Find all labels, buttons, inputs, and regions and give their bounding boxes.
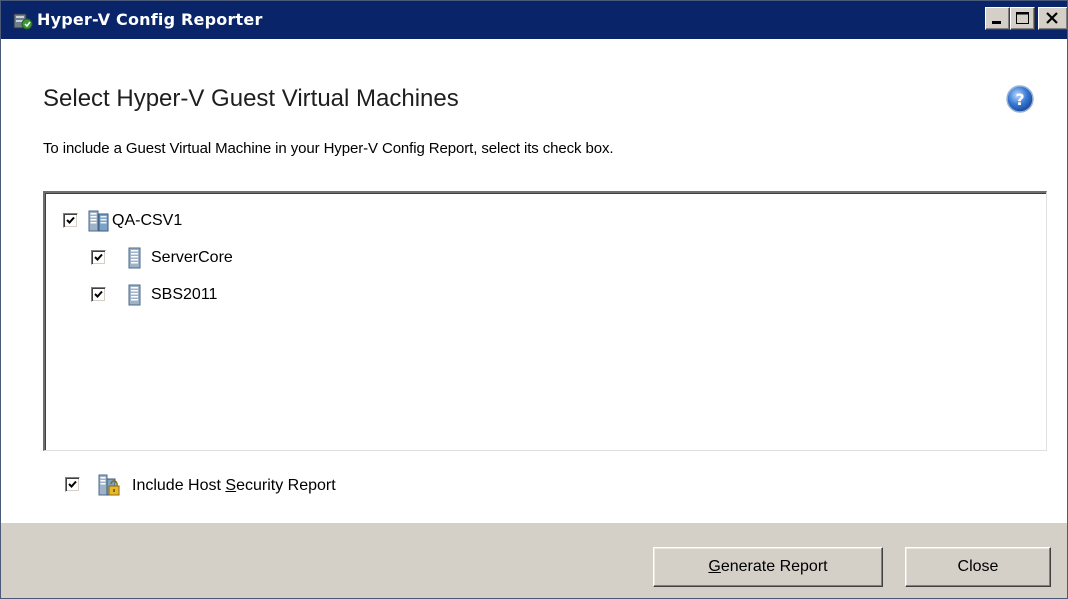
server-icon: [128, 247, 141, 269]
maximize-icon: [1016, 12, 1029, 24]
generate-label: enerate Report: [720, 558, 828, 575]
host-security-label: Include Host Security Report: [132, 477, 336, 495]
host-checkbox[interactable]: [63, 213, 78, 228]
window-title: Hyper-V Config Reporter: [37, 10, 263, 29]
guest-checkbox[interactable]: [91, 287, 106, 302]
dialog-window: Hyper-V Config Reporter Select Hyper-V G…: [0, 0, 1068, 599]
guest-label: SBS2011: [151, 286, 218, 303]
host-security-icon: [98, 474, 120, 496]
generate-report-button[interactable]: Generate Report: [653, 547, 883, 587]
server-cluster-icon: [88, 210, 109, 232]
host-label: QA-CSV1: [112, 212, 183, 229]
tree-item-host[interactable]: QA-CSV1: [63, 210, 303, 233]
tree-item-guest[interactable]: SBS2011: [91, 284, 331, 307]
close-button[interactable]: Close: [905, 547, 1051, 587]
host-security-checkbox[interactable]: [65, 477, 80, 492]
close-window-button[interactable]: [1038, 7, 1067, 30]
host-security-label-part: ecurity Report: [236, 477, 336, 494]
maximize-button[interactable]: [1010, 7, 1035, 30]
help-icon[interactable]: ?: [1005, 84, 1035, 114]
title-bar[interactable]: Hyper-V Config Reporter: [1, 1, 1067, 39]
instruction-text: To include a Guest Virtual Machine in yo…: [43, 140, 614, 157]
host-security-label-part: Include Host: [132, 477, 226, 494]
checkmark-icon: [94, 290, 103, 298]
checkmark-icon: [68, 480, 77, 488]
minimize-button[interactable]: [985, 7, 1010, 30]
guest-checkbox[interactable]: [91, 250, 106, 265]
close-icon: [1046, 12, 1058, 24]
page-title: Select Hyper-V Guest Virtual Machines: [43, 85, 459, 112]
generate-accel-key: G: [708, 558, 721, 575]
host-security-accel-key: S: [225, 477, 237, 494]
minimize-icon: [992, 21, 1001, 24]
guest-label: ServerCore: [151, 249, 233, 266]
checkmark-icon: [66, 216, 75, 224]
hyperv-app-icon: [13, 13, 33, 30]
checkmark-icon: [94, 253, 103, 261]
svg-text:?: ?: [1015, 90, 1024, 109]
tree-item-guest[interactable]: ServerCore: [91, 247, 331, 270]
server-icon: [128, 284, 141, 306]
vm-tree-view[interactable]: QA-CSV1 ServerCore SBS2011: [43, 191, 1047, 451]
